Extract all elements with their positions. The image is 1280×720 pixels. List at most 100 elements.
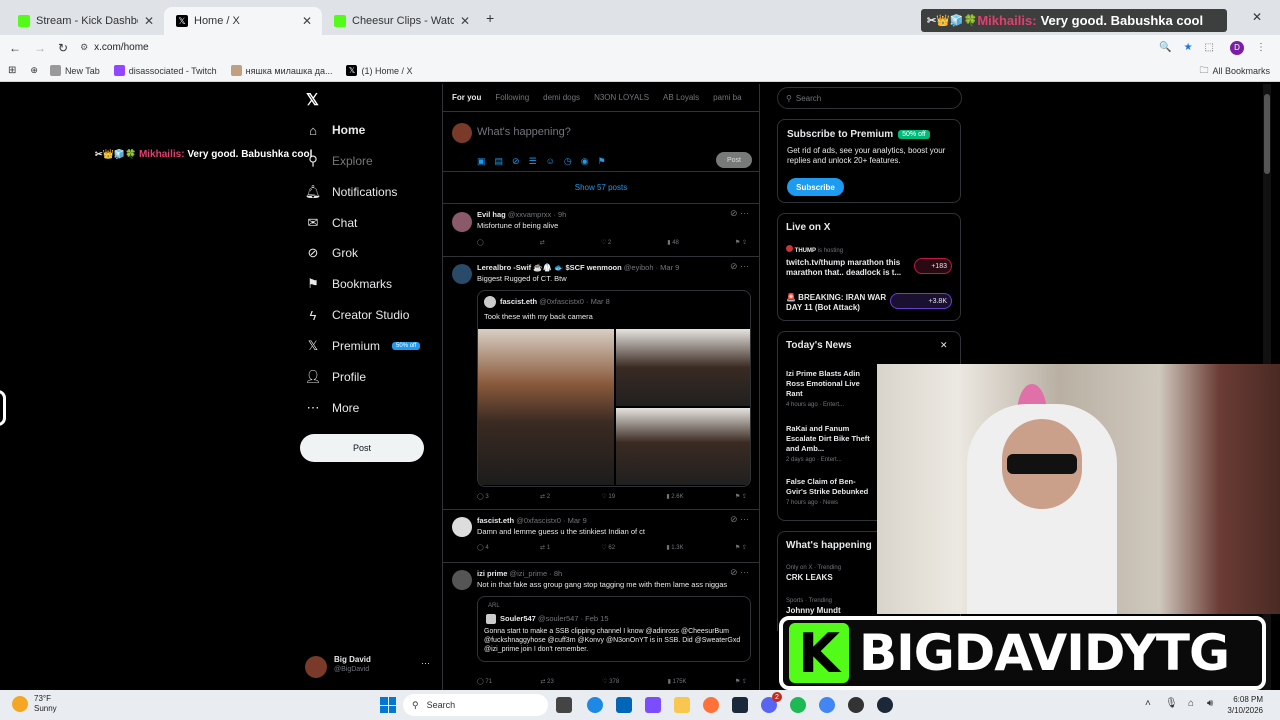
tab-cheesur-clips[interactable]: Cheesur Clips - Watch Live on K ✕ bbox=[322, 7, 480, 35]
bookmark-twitch[interactable]: disassociated - Twitch bbox=[113, 65, 217, 76]
profile-avatar[interactable]: D bbox=[1230, 40, 1244, 55]
close-tab-icon[interactable]: ✕ bbox=[144, 14, 154, 28]
bookmark-home-x[interactable]: 𝕏 (1) Home / X bbox=[346, 65, 412, 76]
views-icon[interactable]: ▮ 48 bbox=[667, 239, 679, 246]
zoom-icon[interactable]: 🔍 bbox=[1159, 42, 1171, 53]
account-switcher[interactable]: Big David @BigDavid ··· bbox=[305, 654, 435, 678]
copilot-icon[interactable] bbox=[645, 697, 661, 713]
more-icon[interactable]: ··· bbox=[421, 658, 430, 668]
news-item[interactable]: False Claim of Ben-Gvir's Strike Debunke… bbox=[786, 477, 876, 506]
steam-icon[interactable] bbox=[877, 697, 893, 713]
bookmark-star-icon[interactable]: ★ bbox=[1184, 42, 1193, 53]
grok-and-more-icons[interactable]: ⊘ ··· bbox=[730, 261, 749, 272]
nav-premium[interactable]: 𝕏 Premium 50% off bbox=[306, 338, 421, 353]
photo-grid[interactable] bbox=[478, 329, 750, 485]
app-icon[interactable] bbox=[732, 697, 748, 713]
repost-icon[interactable]: ⇄ bbox=[540, 239, 545, 246]
compose-input[interactable]: What's happening? bbox=[477, 126, 571, 138]
subscribe-button[interactable]: Subscribe bbox=[787, 178, 844, 196]
firefox-icon[interactable] bbox=[703, 697, 719, 713]
quoted-tweet[interactable]: fascist.eth @0xfascistx0 · Mar 8 Took th… bbox=[477, 290, 751, 487]
nav-more[interactable]: ⋯ More bbox=[306, 400, 360, 415]
search-field[interactable]: ⚲ Search bbox=[777, 87, 962, 109]
spotify-icon[interactable] bbox=[790, 697, 806, 713]
media-icon[interactable]: ▣ bbox=[477, 156, 486, 167]
nav-grok[interactable]: ⊘ Grok bbox=[306, 245, 358, 260]
tweet[interactable]: Lerealbro -Swif ☕🥼 🐟 $SCF wenmoon @eyibo… bbox=[443, 257, 759, 510]
bookmark-share-icons[interactable]: ⚑ ⇪ bbox=[735, 239, 747, 246]
tab-demi-dogs[interactable]: demi dogs bbox=[543, 93, 580, 102]
show-new-posts[interactable]: Show 57 posts bbox=[443, 172, 759, 204]
tab-for-you[interactable]: For you bbox=[452, 93, 481, 102]
bookmark-share-icons[interactable]: ⚑ ⇪ bbox=[735, 678, 747, 685]
globe-icon[interactable]: ⊕ bbox=[30, 65, 38, 76]
start-windows-icon[interactable] bbox=[380, 697, 396, 713]
tweet-author[interactable]: izi prime bbox=[477, 569, 507, 578]
reply-icon[interactable]: ◯ 3 bbox=[477, 493, 489, 500]
search-input[interactable]: Search bbox=[796, 94, 821, 103]
nav-home[interactable]: ⌂ Home bbox=[306, 123, 365, 138]
nav-explore[interactable]: ⚲ Explore bbox=[306, 153, 372, 168]
like-icon[interactable]: ♡ 19 bbox=[601, 493, 615, 500]
like-icon[interactable]: ♡ 378 bbox=[602, 678, 619, 685]
photo[interactable] bbox=[478, 329, 614, 485]
tab-pami[interactable]: pami ba bbox=[713, 93, 741, 102]
nav-bookmarks[interactable]: ⚑ Bookmarks bbox=[306, 276, 392, 291]
reply-icon[interactable]: ◯ 4 bbox=[477, 544, 489, 551]
avatar[interactable] bbox=[452, 264, 472, 284]
clock[interactable]: 6:08 PM 3/10/2026 bbox=[1223, 694, 1263, 716]
weather-widget[interactable]: 73°F Sunny bbox=[12, 694, 57, 714]
emoji-icon[interactable]: ☺ bbox=[546, 156, 555, 167]
reply-icon[interactable]: ◯ 71 bbox=[477, 678, 492, 685]
new-tab-button[interactable]: + bbox=[486, 10, 494, 26]
repost-icon[interactable]: ⇄ 2 bbox=[540, 493, 550, 500]
live-item[interactable]: 🚨 BREAKING: IRAN WAR DAY 11 (Bot Attack)… bbox=[786, 293, 956, 317]
url-bar[interactable]: x.com/home bbox=[94, 42, 148, 53]
avatar[interactable] bbox=[452, 212, 472, 232]
tweet[interactable]: Evil hag @xxvamprxx · 9h ⊘ ··· Misfortun… bbox=[443, 204, 759, 257]
tweet-author[interactable]: fascist.eth bbox=[477, 516, 514, 525]
gif-icon[interactable]: ▤ bbox=[495, 156, 504, 167]
nav-notifications[interactable]: 🔔︎ Notifications bbox=[305, 184, 398, 199]
trend-item[interactable]: Only on X · Trending CRK LEAKS bbox=[786, 565, 841, 582]
location-icon[interactable]: ◉ bbox=[581, 156, 589, 167]
bookmark-share-icons[interactable]: ⚑ ⇪ bbox=[735, 544, 747, 551]
tweet[interactable]: fascist.eth @0xfascistx0 · Mar 9 ⊘ ··· D… bbox=[443, 510, 759, 563]
tab-following[interactable]: Following bbox=[495, 93, 529, 102]
bookmark-nyashka[interactable]: няшка милашка да... bbox=[230, 65, 332, 76]
obs-icon[interactable] bbox=[848, 697, 864, 713]
bookmark-new-tab[interactable]: New Tab bbox=[49, 65, 100, 76]
grok-and-more-icons[interactable]: ⊘ ··· bbox=[730, 514, 749, 525]
tab-kick-dashboard[interactable]: Stream - Kick Dashboard ✕ bbox=[6, 7, 164, 35]
tab-ab-loyals[interactable]: AB Loyals bbox=[663, 93, 699, 102]
photo[interactable] bbox=[616, 329, 750, 406]
avatar[interactable] bbox=[452, 570, 472, 590]
tweet[interactable]: izi prime @izi_prime · 8h ⊘ ··· Not in t… bbox=[443, 563, 759, 694]
site-info-icon[interactable]: ⚙ bbox=[80, 42, 88, 53]
task-view-icon[interactable] bbox=[556, 697, 572, 713]
browser-menu-icon[interactable]: ⋮ bbox=[1256, 42, 1266, 53]
close-tab-icon[interactable]: ✕ bbox=[302, 14, 312, 28]
volume-icon[interactable]: 🔊︎ bbox=[1207, 698, 1213, 709]
apps-grid-icon[interactable]: ⊞ bbox=[8, 65, 16, 76]
avatar[interactable] bbox=[452, 517, 472, 537]
reload-icon[interactable]: ↻ bbox=[58, 41, 68, 55]
nav-chat[interactable]: ✉ Chat bbox=[306, 215, 358, 230]
poll-icon[interactable]: ☰ bbox=[529, 156, 537, 167]
tab-home-x[interactable]: 𝕏 Home / X ✕ bbox=[164, 7, 322, 35]
repost-icon[interactable]: ⇄ 1 bbox=[540, 544, 550, 551]
views-icon[interactable]: ▮ 2.6K bbox=[666, 493, 683, 500]
scrollbar-thumb[interactable] bbox=[1264, 94, 1270, 174]
store-icon[interactable] bbox=[616, 697, 632, 713]
forward-icon[interactable]: → bbox=[34, 41, 46, 55]
nav-profile[interactable]: 👤︎ Profile bbox=[305, 369, 366, 384]
all-bookmarks[interactable]: 🗀 All Bookmarks bbox=[1199, 63, 1270, 79]
mic-icon[interactable]: 🎙︎ bbox=[1165, 698, 1178, 709]
tweet-author[interactable]: Evil hag bbox=[477, 210, 506, 219]
photo[interactable] bbox=[616, 408, 750, 485]
chrome-icon[interactable] bbox=[819, 697, 835, 713]
repost-icon[interactable]: ⇄ 23 bbox=[540, 678, 553, 685]
taskbar-search[interactable]: ⚲ Search bbox=[403, 694, 548, 716]
schedule-icon[interactable]: ◷ bbox=[564, 156, 572, 167]
news-item[interactable]: Izi Prime Blasts Adin Ross Emotional Liv… bbox=[786, 369, 876, 408]
